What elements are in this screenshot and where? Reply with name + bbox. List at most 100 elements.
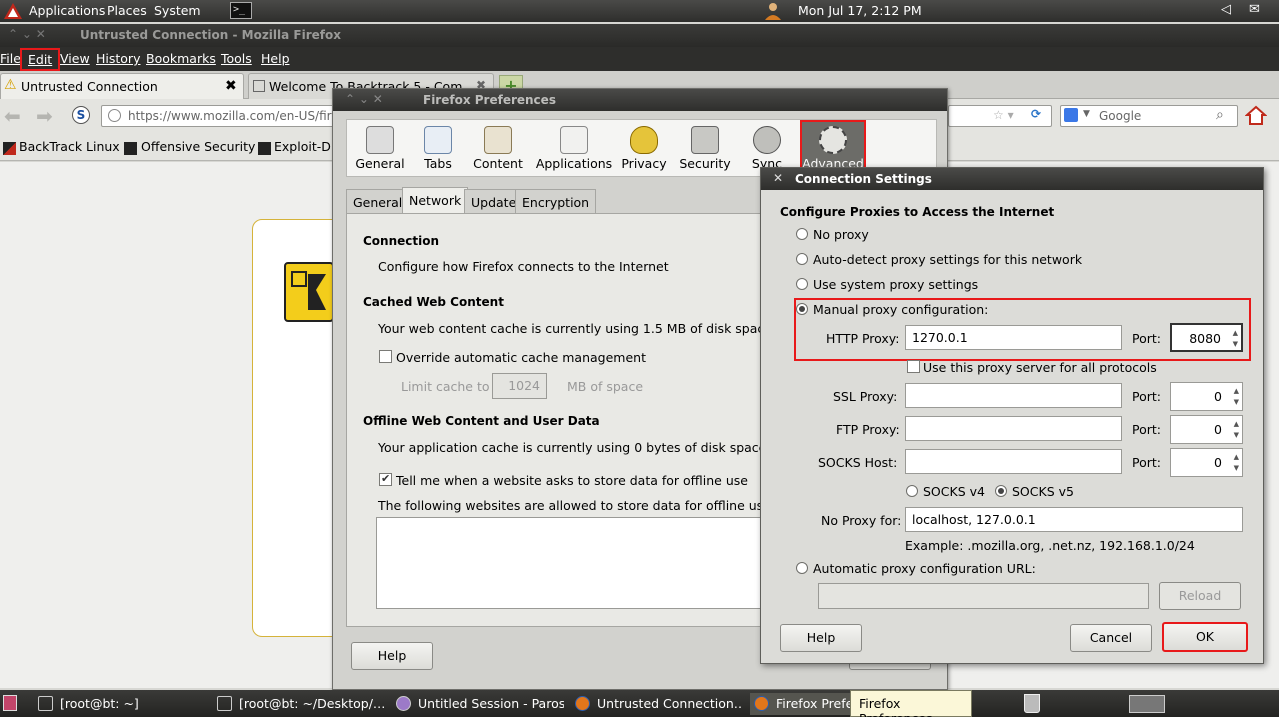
subtab-network[interactable]: Network bbox=[402, 187, 469, 215]
warning-icon: ⚠ bbox=[4, 77, 17, 93]
menu-history[interactable]: History bbox=[96, 51, 140, 66]
star-icon[interactable]: ☆ ▾ bbox=[993, 108, 1014, 122]
subtab-general[interactable]: General bbox=[346, 189, 410, 213]
offline-text: Your application cache is currently usin… bbox=[378, 440, 767, 455]
no-proxy-for-input[interactable]: localhost, 127.0.0.1 bbox=[905, 507, 1243, 532]
pane-general[interactable]: General bbox=[347, 122, 413, 176]
chevron-down-icon[interactable]: ▼ bbox=[1083, 109, 1090, 119]
auto-detect-radio[interactable] bbox=[796, 253, 808, 265]
search-box[interactable]: ▼ Google ⌕ bbox=[1060, 105, 1238, 127]
menu-applications[interactable]: Applications bbox=[29, 3, 105, 18]
same-proxy-label: Use this proxy server for all protocols bbox=[923, 360, 1157, 375]
tell-offline-label: Tell me when a website asks to store dat… bbox=[396, 473, 748, 488]
menu-tools[interactable]: Tools bbox=[221, 51, 252, 66]
menu-system[interactable]: System bbox=[154, 3, 201, 18]
stumble-icon[interactable]: S bbox=[72, 106, 90, 124]
http-proxy-input[interactable]: 1270.0.1 bbox=[905, 325, 1122, 350]
manual-proxy-label: Manual proxy configuration: bbox=[813, 302, 989, 317]
backtrack-logo-icon[interactable] bbox=[2, 1, 24, 21]
mail-icon[interactable]: ✉ bbox=[1249, 2, 1260, 17]
pane-content[interactable]: Content bbox=[465, 122, 531, 176]
forward-icon[interactable]: ➡ bbox=[36, 104, 53, 128]
pane-privacy[interactable]: Privacy bbox=[611, 122, 677, 176]
socks-host-label: SOCKS Host: bbox=[818, 455, 898, 470]
home-icon[interactable] bbox=[1245, 105, 1267, 125]
task-firefox-prefs[interactable]: Firefox Prefe bbox=[750, 693, 850, 715]
prefs-title: Firefox Preferences bbox=[423, 93, 556, 107]
menu-help[interactable]: Help bbox=[261, 51, 290, 66]
close-icon[interactable]: ✕ bbox=[773, 171, 783, 185]
system-proxy-label: Use system proxy settings bbox=[813, 277, 979, 292]
tab-untrusted-connection[interactable]: ⚠ Untrusted Connection ✖ bbox=[0, 73, 244, 99]
cancel-button[interactable]: Cancel bbox=[1070, 624, 1152, 652]
ssl-proxy-input[interactable] bbox=[905, 383, 1122, 408]
workspace-switcher-icon[interactable] bbox=[1129, 695, 1165, 713]
volume-icon[interactable]: ◁ bbox=[1221, 2, 1231, 17]
search-placeholder: Google bbox=[1099, 109, 1142, 123]
menu-file[interactable]: File bbox=[0, 51, 21, 66]
offensive-security-icon bbox=[124, 142, 137, 155]
menu-edit[interactable]: Edit bbox=[20, 48, 61, 71]
security-lock-icon bbox=[691, 126, 719, 154]
subtab-encryption[interactable]: Encryption bbox=[515, 189, 597, 213]
bookmark-offensive-security[interactable]: Offensive Security bbox=[141, 139, 255, 154]
conn-help-button[interactable]: Help bbox=[780, 624, 862, 652]
manual-proxy-radio[interactable] bbox=[796, 303, 808, 315]
bottom-panel: [root@bt: ~] [root@bt: ~/Desktop/… Untit… bbox=[0, 690, 1279, 717]
tell-offline-checkbox[interactable] bbox=[379, 472, 392, 486]
task-firefox-untrusted[interactable]: Untrusted Connection… bbox=[571, 693, 743, 715]
reload-icon[interactable]: ⟳ bbox=[1031, 107, 1041, 121]
socks-port-input[interactable]: 0 bbox=[1170, 448, 1243, 477]
bookmark-exploit-db[interactable]: Exploit-DB bbox=[274, 139, 339, 154]
back-icon[interactable]: ⬅ bbox=[4, 104, 21, 128]
http-port-input[interactable]: 8080 bbox=[1170, 323, 1243, 352]
no-proxy-radio[interactable] bbox=[796, 228, 808, 240]
prefs-help-button[interactable]: Help bbox=[351, 642, 433, 670]
window-controls-icon[interactable]: ⌃ ⌄ ✕ bbox=[345, 92, 383, 106]
clock[interactable]: Mon Jul 17, 2:12 PM bbox=[798, 3, 922, 18]
tab-close-icon[interactable]: ✖ bbox=[225, 78, 237, 94]
pane-security[interactable]: Security bbox=[672, 122, 738, 176]
task-paros[interactable]: Untitled Session - Paros bbox=[392, 693, 564, 715]
exploit-db-icon bbox=[258, 142, 271, 155]
trash-icon[interactable] bbox=[1024, 694, 1040, 713]
menu-bookmarks[interactable]: Bookmarks bbox=[146, 51, 216, 66]
ftp-port-input[interactable]: 0 bbox=[1170, 415, 1243, 444]
show-desktop-icon[interactable] bbox=[3, 695, 17, 711]
proxy-heading: Configure Proxies to Access the Internet bbox=[780, 205, 1055, 219]
tabs-icon bbox=[424, 126, 452, 154]
ftp-proxy-input[interactable] bbox=[905, 416, 1122, 441]
reload-button[interactable]: Reload bbox=[1159, 582, 1241, 610]
url-bar-end[interactable]: ☆ ▾ ⟳ bbox=[948, 105, 1052, 127]
socks-host-input[interactable] bbox=[905, 449, 1122, 474]
tab-label: Untrusted Connection bbox=[21, 79, 158, 94]
pane-applications[interactable]: Applications bbox=[534, 122, 614, 176]
socks4-radio[interactable] bbox=[906, 485, 918, 497]
auto-url-input[interactable] bbox=[818, 583, 1149, 609]
search-icon[interactable]: ⌕ bbox=[1216, 107, 1224, 123]
window-controls-icon[interactable]: ⌃ ⌄ ✕ bbox=[8, 27, 46, 41]
same-proxy-checkbox[interactable] bbox=[907, 360, 920, 373]
auto-url-radio[interactable] bbox=[796, 562, 808, 574]
ok-button[interactable]: OK bbox=[1162, 622, 1248, 652]
task-terminal-1[interactable]: [root@bt: ~] bbox=[34, 693, 204, 715]
system-proxy-radio[interactable] bbox=[796, 278, 808, 290]
pane-tabs[interactable]: Tabs bbox=[405, 122, 471, 176]
override-cache-checkbox[interactable] bbox=[379, 350, 392, 363]
auto-detect-label: Auto-detect proxy settings for this netw… bbox=[813, 252, 1083, 267]
top-panel: Applications Places System >_ Mon Jul 17… bbox=[0, 0, 1279, 22]
url-bar[interactable]: https://www.mozilla.com/en-US/fir bbox=[101, 105, 341, 127]
socks5-radio[interactable] bbox=[995, 485, 1007, 497]
url-text: https://www.mozilla.com/en-US/fir bbox=[128, 109, 332, 123]
ssl-port-input[interactable]: 0 bbox=[1170, 382, 1243, 411]
ftp-proxy-label: FTP Proxy: bbox=[836, 422, 900, 437]
menu-view[interactable]: View bbox=[60, 51, 90, 66]
task-terminal-2[interactable]: [root@bt: ~/Desktop/… bbox=[213, 693, 385, 715]
conn-titlebar: ✕ Connection Settings bbox=[761, 168, 1263, 190]
user-icon[interactable] bbox=[762, 1, 784, 21]
terminal-launcher-icon[interactable]: >_ bbox=[230, 2, 252, 19]
menu-places[interactable]: Places bbox=[107, 3, 147, 18]
bookmark-backtrack-linux[interactable]: BackTrack Linux bbox=[19, 139, 120, 154]
limit-cache-input[interactable]: 1024 bbox=[492, 373, 547, 399]
no-proxy-example: Example: .mozilla.org, .net.nz, 192.168.… bbox=[905, 538, 1195, 553]
